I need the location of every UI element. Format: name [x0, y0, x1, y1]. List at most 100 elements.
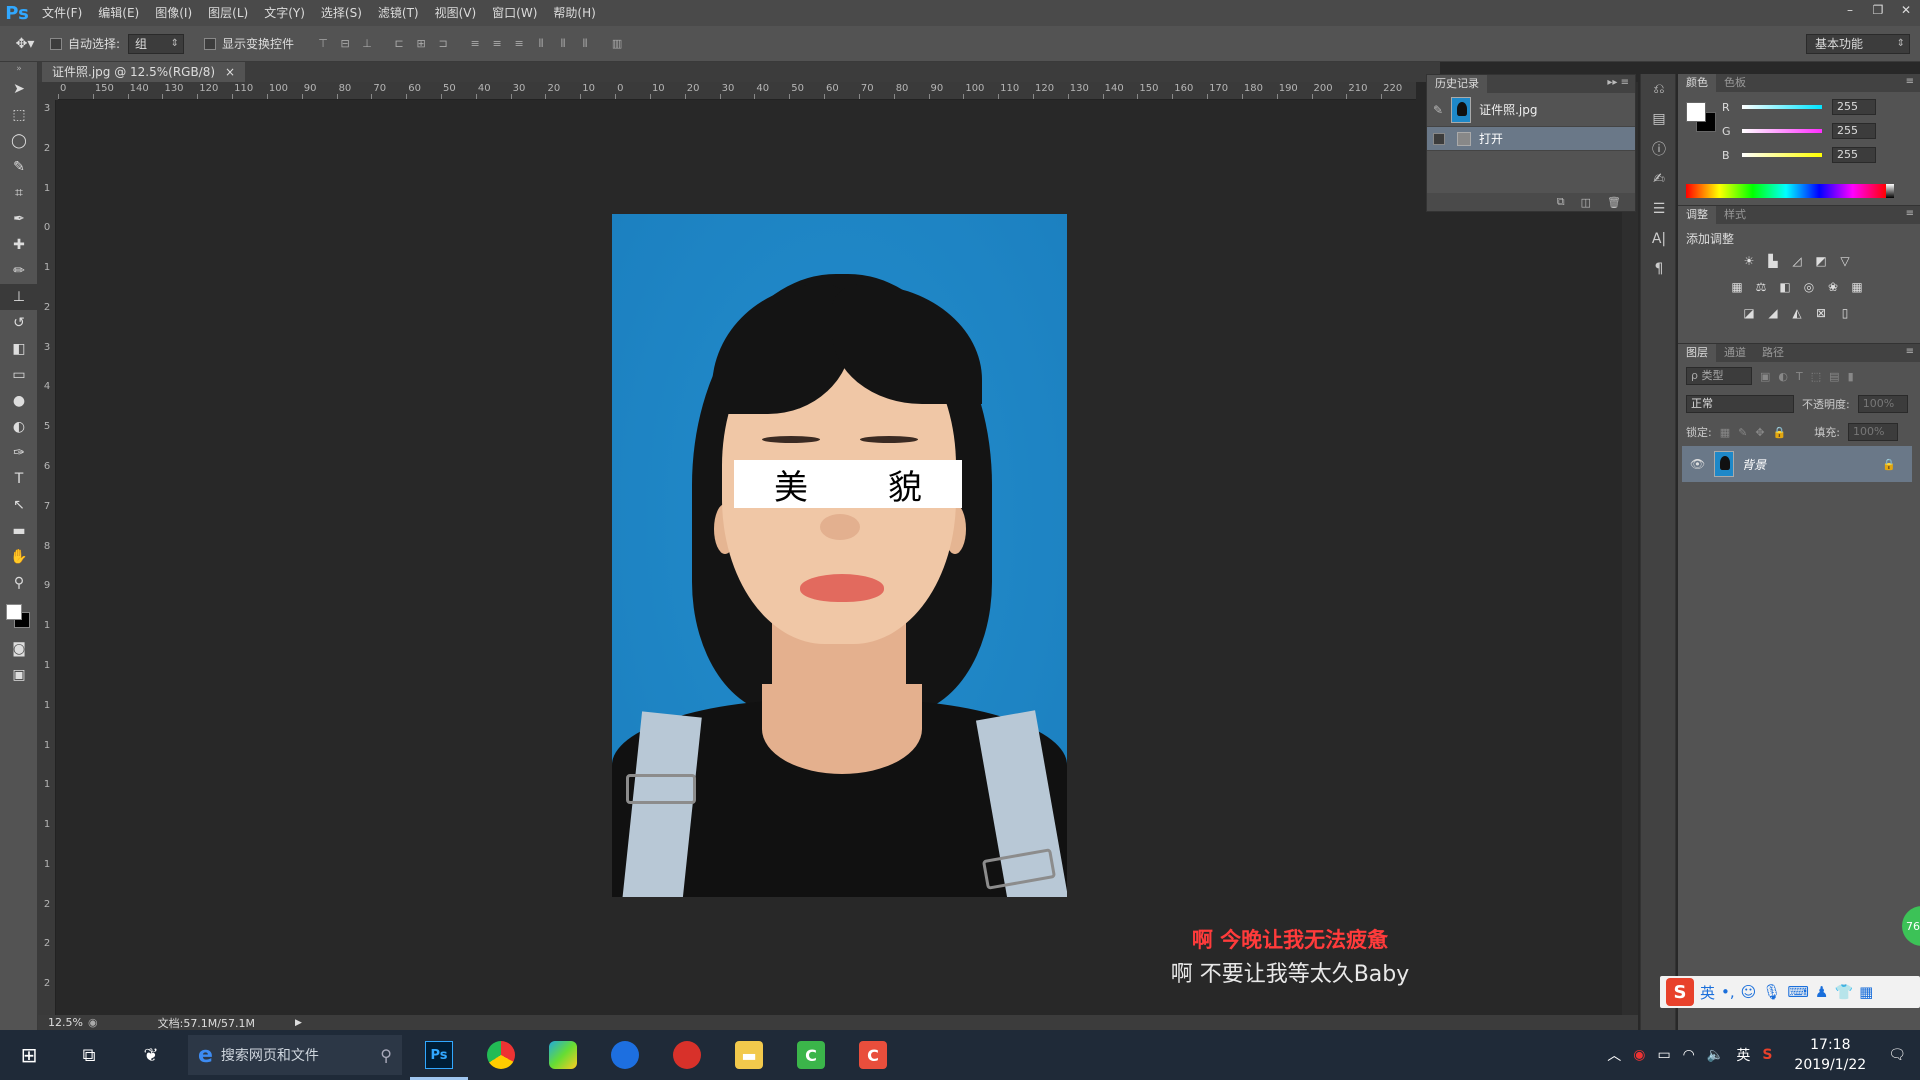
workspace-dropdown[interactable]: 基本功能: [1806, 34, 1910, 54]
filter-smart-object-icon[interactable]: ▤: [1829, 370, 1839, 383]
blend-mode-select[interactable]: 正常: [1686, 395, 1794, 413]
menu-filter[interactable]: 滤镜(T): [370, 0, 427, 26]
photo-filter-icon[interactable]: ◎: [1799, 278, 1819, 296]
history-panel-icon[interactable]: ⎌: [1641, 74, 1677, 104]
zoom-tool-icon[interactable]: ⚲: [0, 570, 38, 596]
distribute-top-icon[interactable]: ≡: [464, 33, 486, 55]
layer-filter-kind-select[interactable]: ρ 类型: [1686, 367, 1752, 385]
notification-center-icon[interactable]: 🗨: [1888, 1047, 1906, 1063]
taskbar-music[interactable]: [656, 1030, 718, 1080]
menu-window[interactable]: 窗口(W): [484, 0, 545, 26]
filter-shape-icon[interactable]: ⬚: [1811, 370, 1821, 383]
color-panel-foreground[interactable]: [1686, 102, 1706, 122]
crop-tool-icon[interactable]: ⌗: [0, 180, 38, 206]
gradient-tool-icon[interactable]: ▭: [0, 362, 38, 388]
posterize-icon[interactable]: ◢: [1763, 304, 1783, 322]
tab-channels[interactable]: 通道: [1716, 344, 1754, 362]
ime-toolbox-icon[interactable]: ▦: [1859, 983, 1873, 1001]
color-spectrum-ramp[interactable]: [1686, 184, 1894, 198]
quick-mask-icon[interactable]: ◙: [0, 636, 38, 662]
green-value-input[interactable]: 255: [1832, 123, 1876, 139]
taskbar-video-player[interactable]: [532, 1030, 594, 1080]
lock-position-icon[interactable]: ✥: [1755, 426, 1764, 439]
screen-mode-icon[interactable]: ▣: [0, 662, 38, 688]
new-document-from-state-icon[interactable]: ⧉: [1557, 195, 1565, 209]
history-snapshot[interactable]: ✎ 证件照.jpg: [1427, 93, 1635, 127]
restore-button[interactable]: ❐: [1864, 0, 1892, 20]
show-transform-checkbox[interactable]: [204, 37, 217, 50]
color-lookup-icon[interactable]: ▦: [1847, 278, 1867, 296]
minimize-button[interactable]: –: [1836, 0, 1864, 20]
character-panel-icon[interactable]: A|: [1641, 224, 1677, 254]
align-bottom-icon[interactable]: ⊥: [356, 33, 378, 55]
taskbar-file-explorer[interactable]: ▬: [718, 1030, 780, 1080]
menu-layer[interactable]: 图层(L): [200, 0, 256, 26]
wifi-icon[interactable]: ◠: [1683, 1047, 1695, 1063]
filter-toggle-icon[interactable]: ▮: [1848, 370, 1854, 383]
color-panel-swatches[interactable]: [1686, 102, 1720, 136]
eyedropper-tool-icon[interactable]: ✒: [0, 206, 38, 232]
menu-view[interactable]: 视图(V): [427, 0, 485, 26]
vertical-scrollbar[interactable]: [1622, 82, 1638, 1015]
blue-slider[interactable]: [1742, 153, 1822, 157]
red-value-input[interactable]: 255: [1832, 99, 1876, 115]
start-button-icon[interactable]: ⊞: [0, 1030, 58, 1080]
taskbar-search-box[interactable]: e 搜索网页和文件 ⚲: [188, 1035, 402, 1075]
menu-help[interactable]: 帮助(H): [545, 0, 603, 26]
tray-sogou-icon[interactable]: S: [1762, 1047, 1772, 1063]
tab-history[interactable]: 历史记录: [1427, 75, 1487, 93]
align-top-icon[interactable]: ⊤: [312, 33, 334, 55]
history-panel-menu-icon[interactable]: ▸▸ ≡: [1607, 77, 1629, 88]
history-step-open[interactable]: 打开: [1427, 127, 1635, 151]
menu-image[interactable]: 图像(I): [147, 0, 200, 26]
layer-visibility-eye-icon[interactable]: 👁: [1690, 457, 1706, 471]
tab-color[interactable]: 颜色: [1678, 74, 1716, 92]
layers-panel-menu-icon[interactable]: ≡: [1906, 346, 1914, 357]
curves-icon[interactable]: ◿: [1787, 252, 1807, 270]
menu-file[interactable]: 文件(F): [34, 0, 90, 26]
ime-skin-icon[interactable]: 👕: [1834, 983, 1853, 1001]
move-tool-icon[interactable]: ➤: [0, 76, 38, 102]
ruler-corner[interactable]: [38, 82, 58, 100]
brightness-contrast-icon[interactable]: ☀: [1739, 252, 1759, 270]
paragraph-panel-icon[interactable]: ¶: [1641, 254, 1677, 284]
horizontal-ruler[interactable]: 0 150 140 130 120 110 100 90 80 70 60 50 40 30 20 10 0 10…: [58, 82, 1416, 100]
tray-language[interactable]: 英: [1736, 1045, 1750, 1065]
align-hcenter-icon[interactable]: ⊞: [410, 33, 432, 55]
distribute-right-icon[interactable]: ⦀: [574, 33, 596, 55]
brush-panel-icon[interactable]: ✍: [1641, 164, 1677, 194]
close-button[interactable]: ✕: [1892, 0, 1920, 20]
distribute-hcenter-icon[interactable]: ⦀: [552, 33, 574, 55]
threshold-icon[interactable]: ◭: [1787, 304, 1807, 322]
taskbar-camtasia-green[interactable]: C: [780, 1030, 842, 1080]
align-right-icon[interactable]: ⊐: [432, 33, 454, 55]
id-photo-image[interactable]: 美 貌: [612, 214, 1067, 897]
lock-transparent-icon[interactable]: ▦: [1720, 426, 1730, 439]
dodge-tool-icon[interactable]: ◐: [0, 414, 38, 440]
task-view-icon[interactable]: ⧉: [58, 1030, 120, 1080]
auto-select-dropdown[interactable]: 组: [128, 33, 185, 54]
lasso-tool-icon[interactable]: ◯: [0, 128, 38, 154]
properties-panel-icon[interactable]: ▤: [1641, 104, 1677, 134]
sogou-logo-icon[interactable]: S: [1666, 978, 1694, 1006]
color-panel-menu-icon[interactable]: ≡: [1906, 76, 1914, 87]
distribute-vcenter-icon[interactable]: ≡: [486, 33, 508, 55]
clone-stamp-tool-icon[interactable]: ⊥: [0, 284, 38, 310]
volume-icon[interactable]: 🔈: [1707, 1047, 1724, 1063]
opacity-input[interactable]: 100%: [1857, 395, 1908, 413]
close-tab-icon[interactable]: ×: [225, 62, 235, 82]
ime-user-icon[interactable]: ♟: [1815, 983, 1828, 1001]
shape-tool-icon[interactable]: ▬: [0, 518, 38, 544]
tab-styles[interactable]: 样式: [1716, 206, 1754, 224]
align-left-icon[interactable]: ⊏: [388, 33, 410, 55]
move-tool-preset-icon[interactable]: ✥▾: [0, 26, 50, 62]
history-brush-tool-icon[interactable]: ↺: [0, 310, 38, 336]
tab-adjustments[interactable]: 调整: [1678, 206, 1716, 224]
document-tab[interactable]: 证件照.jpg @ 12.5%(RGB/8) ×: [42, 62, 246, 82]
layer-background[interactable]: 👁 背景 🔒: [1682, 446, 1912, 482]
ime-language-toggle[interactable]: 英: [1700, 982, 1715, 1003]
taskbar-browser[interactable]: [470, 1030, 532, 1080]
info-panel-icon[interactable]: ⓘ: [1641, 134, 1677, 164]
history-step-checkbox[interactable]: [1433, 132, 1445, 145]
filter-pixel-icon[interactable]: ▣: [1760, 370, 1770, 383]
